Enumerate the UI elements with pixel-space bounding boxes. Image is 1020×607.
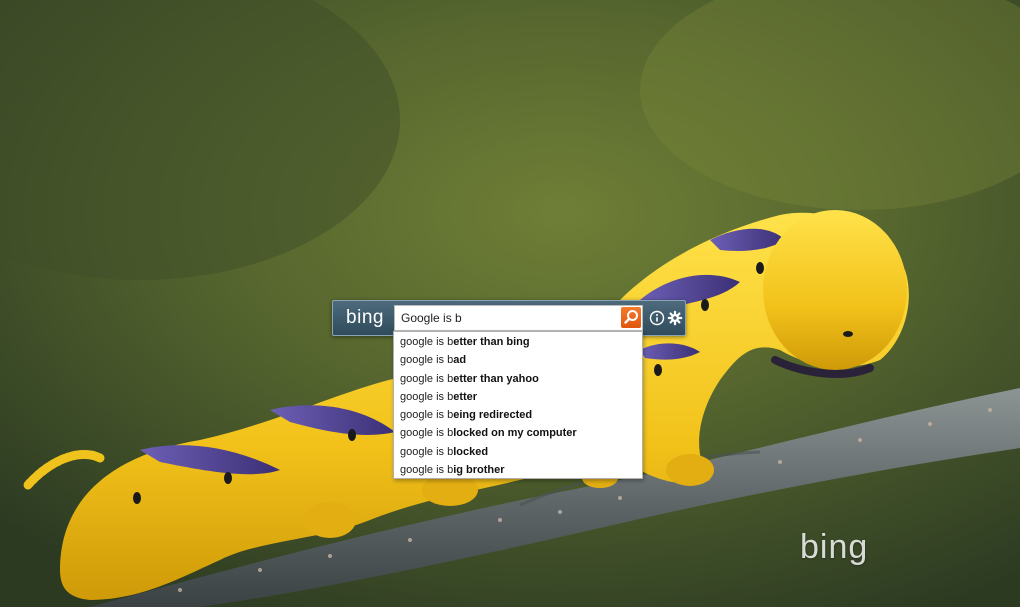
suggestion-completion: ig brother [453, 464, 505, 477]
suggestion-prefix: google is b [400, 354, 454, 367]
suggestion-prefix: google is b [400, 445, 454, 458]
search-input[interactable] [394, 305, 643, 331]
bing-watermark: bing [800, 528, 869, 566]
suggestion-prefix: google is b [400, 427, 454, 440]
settings-button[interactable] [667, 310, 683, 326]
suggestion-item[interactable]: google is bad [394, 351, 642, 369]
bing-homepage: bing Google is b google is better than b… [0, 0, 1020, 607]
suggestion-prefix: google is b [400, 390, 454, 403]
autocomplete-suggestions: google is better than bing google is bad… [393, 331, 643, 479]
search-button[interactable] [621, 307, 641, 328]
magnifier-icon [624, 310, 638, 324]
suggestion-prefix: google is b [400, 372, 454, 385]
suggestion-prefix: google is b [400, 336, 454, 348]
suggestion-item[interactable]: google is better than bing [394, 333, 642, 351]
suggestion-completion: ad [453, 354, 467, 367]
suggestion-prefix: google is b [400, 464, 454, 477]
gear-icon [667, 310, 683, 326]
suggestion-item[interactable]: google is being redirected [394, 406, 642, 424]
suggestion-completion: locked [453, 445, 489, 458]
suggestion-completion: etter than yahoo [453, 372, 539, 385]
suggestion-item[interactable]: google is blocked [394, 443, 642, 461]
suggestion-item[interactable]: google is blocked on my computer [394, 424, 642, 442]
suggestion-completion: etter [453, 390, 478, 403]
suggestion-item[interactable]: google is better than yahoo [394, 370, 642, 388]
suggestion-completion: eing redirected [453, 409, 533, 422]
info-icon [649, 310, 665, 326]
suggestion-completion: etter than bing [453, 336, 530, 348]
suggestion-item[interactable]: google is big brother [394, 461, 642, 479]
suggestion-prefix: google is b [400, 409, 454, 422]
bing-logo[interactable]: bing [339, 306, 391, 330]
info-button[interactable] [649, 310, 665, 326]
suggestion-item[interactable]: google is better [394, 388, 642, 406]
suggestion-completion: locked on my computer [453, 427, 577, 440]
